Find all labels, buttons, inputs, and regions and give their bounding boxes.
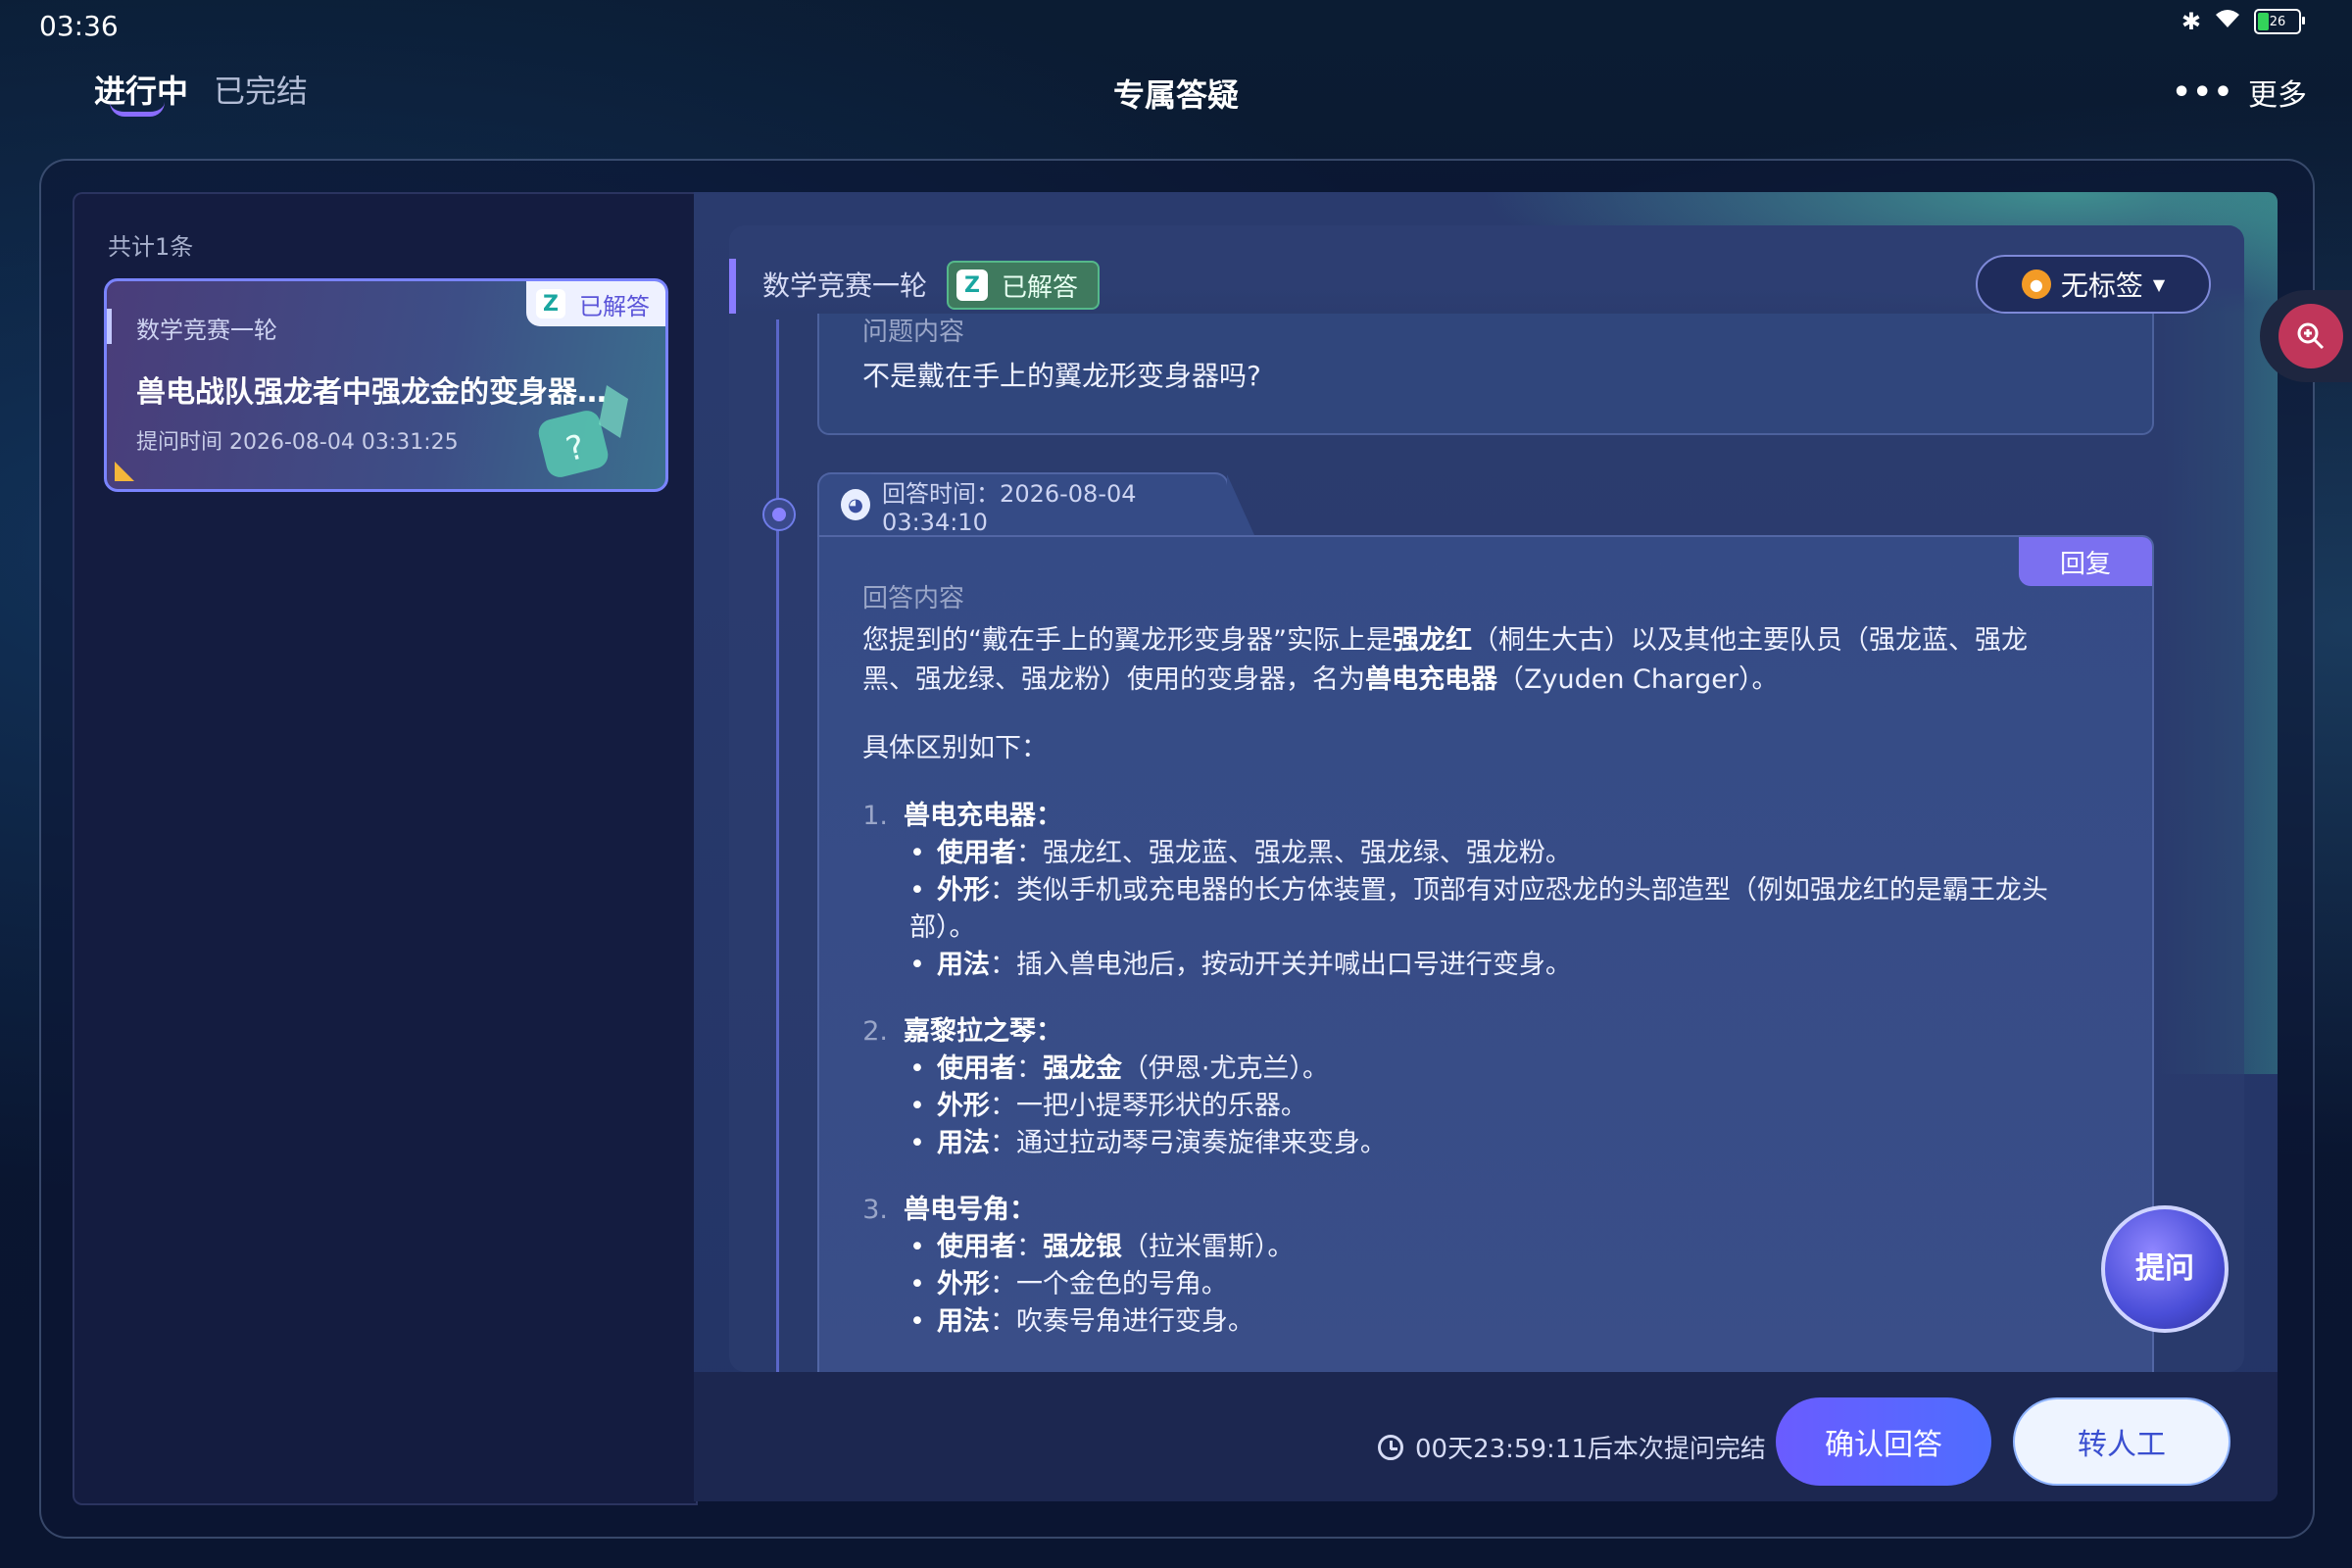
detail-status-label: 已解答 <box>1002 272 1079 303</box>
answer-box: 回复 回答内容 您提到的“戴在手上的翼龙形变身器”实际上是强龙红（桐生大古）以及… <box>817 535 2154 1372</box>
status-bar: 03:36 ✱ 26 <box>0 0 2352 51</box>
more-button[interactable]: ••• 更多 <box>2172 71 2307 114</box>
list-count: 共计1条 <box>108 233 194 261</box>
conversation-area[interactable]: 问题内容 不是戴在手上的翼龙形变身器吗? ◕ 回答时间：2026-08-04 0… <box>729 225 2244 1372</box>
question-list-panel: 共计1条 数学竞赛一轮 兽电战队强龙者中强龙金的变身器是… 提问时间 2026-… <box>73 192 698 1505</box>
answer-section: 3.兽电号角： 使用者：强龙银（拉米雷斯）。 外形：一个金色的号角。 用法：吹奏… <box>862 1192 2068 1341</box>
question-card[interactable]: 数学竞赛一轮 兽电战队强龙者中强龙金的变身器是… 提问时间 2026-08-04… <box>104 278 668 492</box>
question-text: 不是戴在手上的翼龙形变身器吗? <box>862 360 1261 392</box>
wifi-icon <box>2215 8 2240 35</box>
caret-down-icon: ▼ <box>2152 274 2166 294</box>
tag-dropdown[interactable]: ● 无标签 ▼ <box>1976 255 2211 314</box>
answer-bullet: 外形：一个金色的号角。 <box>909 1266 2068 1303</box>
status-time: 03:36 <box>39 10 119 42</box>
answer-content: 您提到的“戴在手上的翼龙形变身器”实际上是强龙红（桐生大古）以及其他主要队员（强… <box>862 621 2068 1370</box>
clock-icon <box>1378 1434 1403 1460</box>
top-bar: 进行中 已完结 专属答疑 ••• 更多 <box>0 51 2352 149</box>
answer-intro: 您提到的“戴在手上的翼龙形变身器”实际上是强龙红（桐生大古）以及其他主要队员（强… <box>862 625 2028 695</box>
timeline-line <box>776 319 779 1372</box>
card-corner-mark <box>115 462 134 481</box>
answer-bullet: 用法：通过拉动琴弓演奏旋律来变身。 <box>909 1125 2068 1162</box>
bluetooth-icon: ✱ <box>2180 8 2201 35</box>
page-title: 专属答疑 <box>1112 76 1239 114</box>
battery-level: 26 <box>2269 14 2286 29</box>
answer-bullet: 使用者：强龙银（拉米雷斯）。 <box>909 1229 2068 1266</box>
question-detail-panel: 问题内容 不是戴在手上的翼龙形变身器吗? ◕ 回答时间：2026-08-04 0… <box>694 192 2278 1501</box>
question-bubble-icon: ? <box>538 385 628 477</box>
footer-bar: 00天23:59:11后本次提问完结 确认回答 转人工 <box>694 1372 2278 1501</box>
ask-fab-label: 提问 <box>2135 1251 2194 1286</box>
detail-category: 数学竞赛一轮 <box>762 270 928 302</box>
more-dots-icon: ••• <box>2172 74 2234 110</box>
answer-section: 1.兽电充电器： 使用者：强龙红、强龙蓝、强龙黑、强龙绿、强龙粉。 外形：类似手… <box>862 798 2068 984</box>
question-box: 问题内容 不是戴在手上的翼龙形变身器吗? <box>817 314 2154 435</box>
detail-status-badge: Z 已解答 <box>947 261 1101 310</box>
more-label: 更多 <box>2248 78 2307 113</box>
answer-diff-intro: 具体区别如下： <box>862 733 1048 763</box>
status-icons: ✱ 26 <box>2180 8 2305 35</box>
answer-bullet: 用法：插入兽电池后，按动开关并喊出口号进行变身。 <box>909 947 2068 984</box>
answer-time: 回答时间：2026-08-04 03:34:10 <box>882 479 1137 536</box>
zoom-button[interactable] <box>2260 290 2352 382</box>
z-logo-icon: Z <box>536 289 565 318</box>
answer-time-tab: ◕ 回答时间：2026-08-04 03:34:10 <box>817 472 1254 536</box>
z-logo-icon: Z <box>956 270 988 301</box>
confirm-answer-button[interactable]: 确认回答 <box>1776 1397 1991 1486</box>
card-status-label: 已解答 <box>579 292 650 320</box>
answer-bullet: 使用者：强龙金（伊恩·尤克兰）。 <box>909 1051 2068 1088</box>
answer-bullet: 用法：吹奏号角进行变身。 <box>909 1303 2068 1341</box>
countdown: 00天23:59:11后本次提问完结 <box>1378 1429 1766 1465</box>
answer-section: 2.嘉黎拉之琴： 使用者：强龙金（伊恩·尤克兰）。 外形：一把小提琴形状的乐器。… <box>862 1013 2068 1162</box>
detail-accent-bar <box>729 259 736 314</box>
countdown-text: 00天23:59:11后本次提问完结 <box>1415 1435 1766 1464</box>
answer-bullet: 使用者：强龙红、强龙蓝、强龙黑、强龙绿、强龙粉。 <box>909 835 2068 872</box>
zoom-in-icon <box>2278 304 2343 368</box>
tag-dropdown-label: 无标签 <box>2060 270 2143 302</box>
answer-bullet: 外形：一把小提琴形状的乐器。 <box>909 1088 2068 1125</box>
battery-icon: 26 <box>2254 9 2305 34</box>
card-category: 数学竞赛一轮 <box>136 317 277 344</box>
bot-avatar-icon: ◕ <box>841 489 871 520</box>
tag-icon: ● <box>2021 270 2051 299</box>
card-accent-bar <box>107 309 112 344</box>
reply-button[interactable]: 回复 <box>2019 537 2152 586</box>
timeline-dot <box>762 498 796 531</box>
transfer-human-button[interactable]: 转人工 <box>2013 1397 2230 1486</box>
card-time: 提问时间 2026-08-04 03:31:25 <box>136 430 459 455</box>
ask-question-fab[interactable]: 提问 <box>2101 1205 2229 1333</box>
answer-bullet: 外形：类似手机或充电器的长方体装置，顶部有对应恐龙的头部造型（例如强龙红的是霸王… <box>909 872 2068 947</box>
question-label: 问题内容 <box>862 318 965 347</box>
answer-label: 回答内容 <box>862 584 965 613</box>
card-status-badge: Z 已解答 <box>526 281 665 326</box>
